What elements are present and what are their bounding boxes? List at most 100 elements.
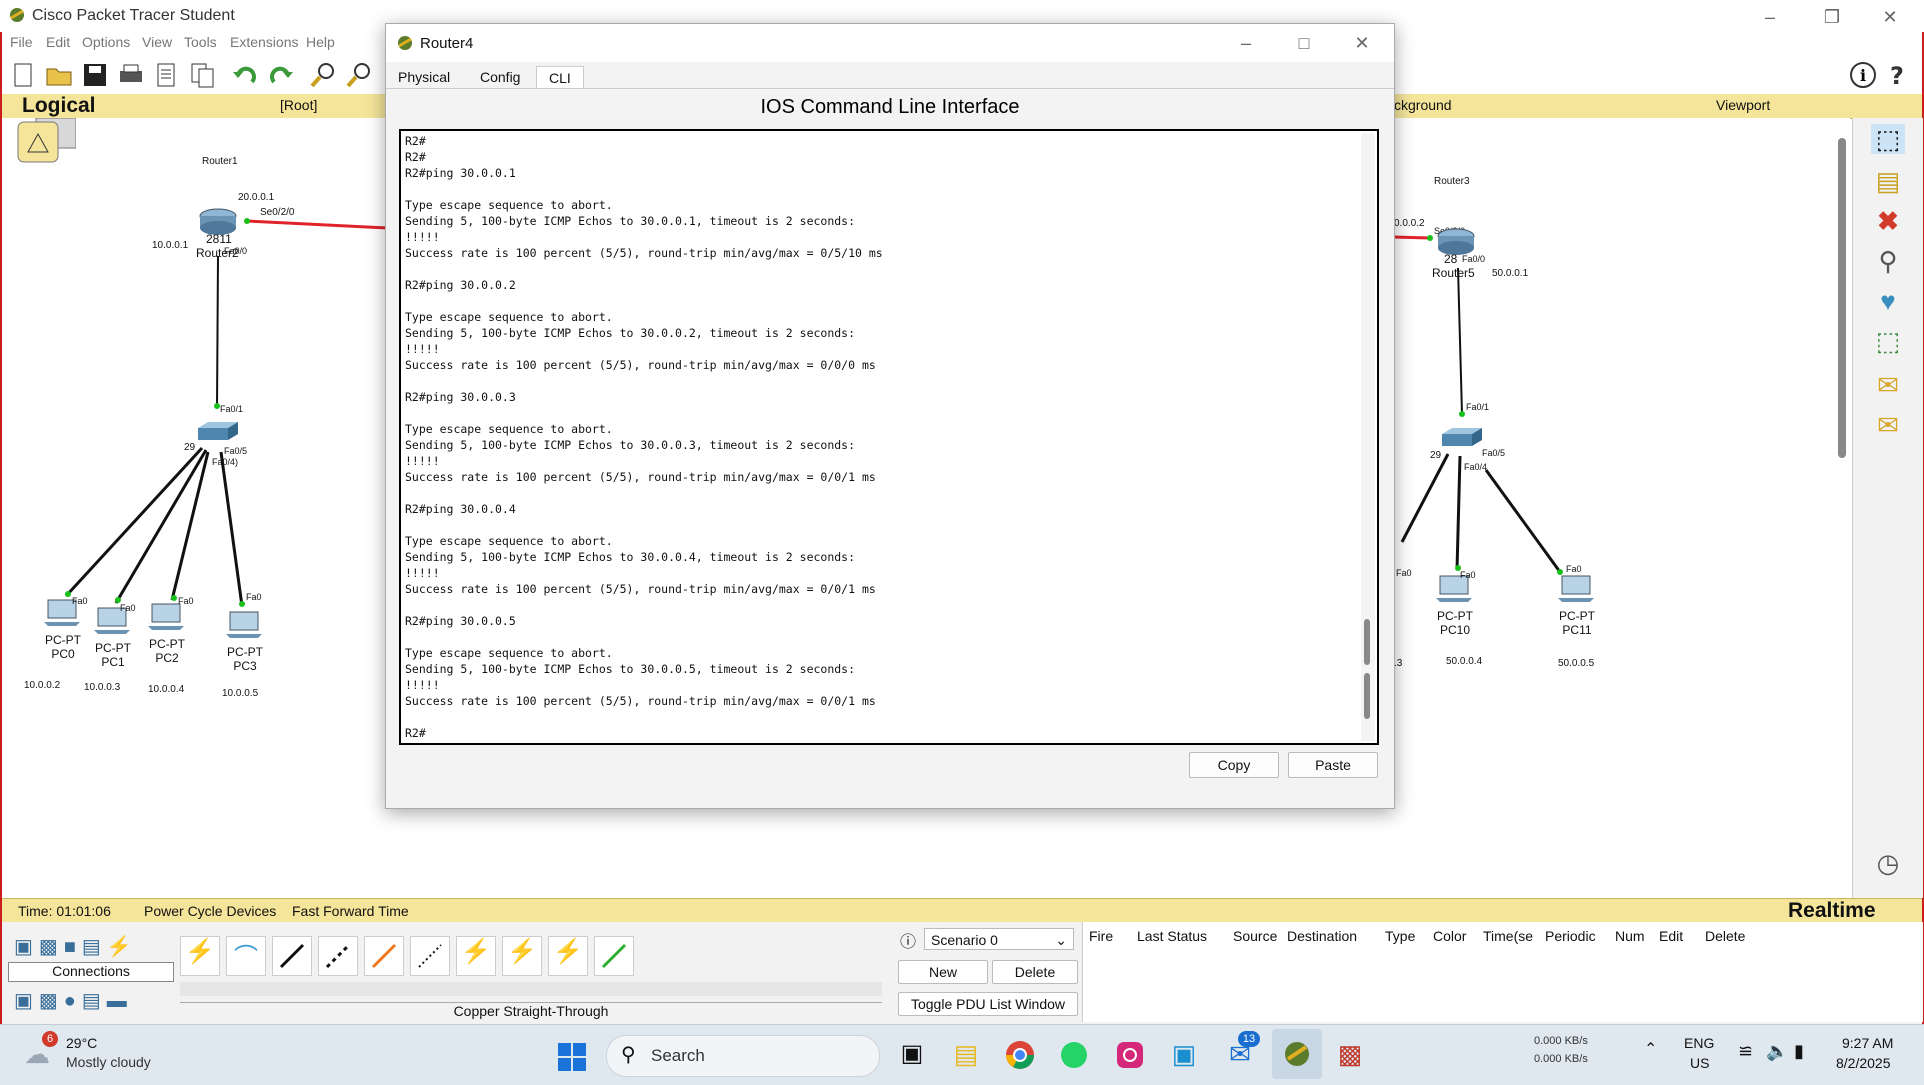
inspect-icon[interactable]: ⚲ xyxy=(1871,246,1905,276)
new-file-icon[interactable] xyxy=(8,60,38,90)
copy-button[interactable]: Copy xyxy=(1189,752,1279,778)
menu-help[interactable]: Help xyxy=(306,34,335,50)
packet-tracer-taskbar-icon[interactable] xyxy=(1272,1029,1322,1079)
dialog-maximize-button[interactable]: □ xyxy=(1282,30,1326,56)
clock-time[interactable]: 9:27 AM xyxy=(1842,1035,1893,1051)
menu-extensions[interactable]: Extensions xyxy=(230,34,298,50)
realtime-mode-label[interactable]: Realtime xyxy=(1788,899,1876,923)
pdu-col-edit: Edit xyxy=(1659,928,1684,944)
cli-heading: IOS Command Line Interface xyxy=(760,96,1020,118)
scenario-select-value: Scenario 0 xyxy=(931,932,998,948)
copper-cross-over-icon[interactable] xyxy=(318,936,358,976)
coaxial-icon[interactable]: ⚡ xyxy=(456,936,496,976)
volume-icon[interactable]: 🔈 xyxy=(1766,1041,1788,1062)
serial-dte-icon[interactable]: ⚡ xyxy=(548,936,588,976)
device-subcategory-icons[interactable]: ▣▩●▤▬ xyxy=(14,988,174,1012)
minimize-button[interactable]: – xyxy=(1748,4,1792,30)
cli-scrollbar[interactable] xyxy=(1361,133,1375,741)
device-category-icons[interactable]: ▣▩■▤⚡ xyxy=(14,934,174,958)
whatsapp-icon[interactable] xyxy=(1058,1039,1090,1071)
network-upload-speed: 0.000 KB/s xyxy=(1534,1035,1588,1047)
restore-button[interactable]: ❐ xyxy=(1810,4,1854,30)
task-view-icon[interactable]: ▣ xyxy=(896,1039,928,1071)
menu-tools[interactable]: Tools xyxy=(184,34,217,50)
windows-start-icon[interactable] xyxy=(556,1041,588,1073)
console-cable-icon[interactable]: ⌒ xyxy=(226,936,266,976)
chevron-up-icon[interactable]: ⌃ xyxy=(1644,1039,1657,1059)
pc3-ip: 10.0.0.5 xyxy=(222,688,259,699)
print-icon[interactable] xyxy=(116,60,146,90)
paste-button[interactable]: Paste xyxy=(1288,752,1378,778)
add-simple-pdu-icon[interactable]: ✉ xyxy=(1871,370,1905,400)
undo-icon[interactable] xyxy=(230,60,260,90)
cli-scrollbar-thumb[interactable] xyxy=(1364,619,1370,665)
add-complex-pdu-icon[interactable]: ✉ xyxy=(1871,410,1905,440)
workspace-scrollbar[interactable] xyxy=(1838,138,1846,458)
toggle-pdu-list-button[interactable]: Toggle PDU List Window xyxy=(898,992,1078,1016)
resize-shape-icon[interactable]: ⬚ xyxy=(1871,326,1905,356)
cli-output[interactable]: R2# R2# R2#ping 30.0.0.1 Type escape seq… xyxy=(405,133,1355,739)
scenario-info-icon[interactable]: ⓘ xyxy=(898,928,918,951)
fast-forward-button[interactable]: Fast Forward Time xyxy=(292,903,409,919)
set-background-label[interactable]: ckground xyxy=(1394,97,1452,113)
dialog-title-bar[interactable]: Router4 – □ ✕ xyxy=(386,24,1394,62)
delete-scenario-button[interactable]: Delete xyxy=(992,960,1078,984)
file-explorer-icon[interactable]: ▤ xyxy=(950,1039,982,1071)
battery-icon[interactable]: ▮ xyxy=(1794,1041,1804,1062)
info-icon[interactable]: i xyxy=(1848,60,1878,90)
remote-desktop-icon[interactable]: ▣ xyxy=(1168,1039,1200,1071)
instagram-icon[interactable] xyxy=(1114,1039,1146,1071)
realtime-clock-icon[interactable]: ◷ xyxy=(1871,848,1905,878)
taskbar-search[interactable]: ⚲ Search xyxy=(606,1035,880,1077)
switch-icon[interactable] xyxy=(1438,426,1484,448)
pc-device[interactable]: PC-PT PC11 xyxy=(1542,574,1612,637)
redo-icon[interactable] xyxy=(266,60,296,90)
power-cycle-button[interactable]: Power Cycle Devices xyxy=(144,903,276,919)
dialog-close-button[interactable]: ✕ xyxy=(1340,30,1384,56)
root-breadcrumb[interactable]: [Root] xyxy=(280,97,317,113)
phone-cable-icon[interactable] xyxy=(410,936,450,976)
viewport-label[interactable]: Viewport xyxy=(1716,97,1770,113)
copper-straight-through-icon[interactable] xyxy=(272,936,312,976)
pc-device[interactable]: PC-PT PC3 xyxy=(210,610,280,673)
snipping-tool-icon[interactable]: ▩ xyxy=(1334,1039,1366,1071)
new-scenario-button[interactable]: New xyxy=(898,960,988,984)
zoom-out-icon[interactable] xyxy=(344,60,374,90)
fiber-icon[interactable] xyxy=(364,936,404,976)
pc-device[interactable]: PC-PT PC10 xyxy=(1420,574,1490,637)
menu-edit[interactable]: Edit xyxy=(46,34,70,50)
cli-scrollbar-thumb-lower[interactable] xyxy=(1364,673,1370,719)
menu-options[interactable]: Options xyxy=(82,34,130,50)
delete-icon[interactable]: ✖ xyxy=(1871,206,1905,236)
menu-file[interactable]: File xyxy=(10,34,33,50)
copy-icon[interactable] xyxy=(188,60,218,90)
close-button[interactable]: ✕ xyxy=(1868,4,1912,30)
serial-dce-icon[interactable]: ⚡ xyxy=(502,936,542,976)
tab-physical[interactable]: Physical xyxy=(386,66,462,88)
dialog-minimize-button[interactable]: – xyxy=(1224,30,1268,56)
save-icon[interactable] xyxy=(80,60,110,90)
pc-device[interactable]: PC-PT PC2 xyxy=(132,602,202,665)
open-folder-icon[interactable] xyxy=(44,60,74,90)
cable-scrollbar[interactable] xyxy=(180,982,882,996)
scenario-select[interactable]: Scenario 0 ⌄ xyxy=(924,928,1074,950)
chrome-icon[interactable] xyxy=(1004,1039,1036,1071)
note-icon[interactable]: ▤ xyxy=(1871,166,1905,196)
clock-date[interactable]: 8/2/2025 xyxy=(1836,1055,1891,1071)
language-indicator[interactable]: ENG xyxy=(1684,1035,1714,1051)
tab-config[interactable]: Config xyxy=(468,66,532,88)
menu-view[interactable]: View xyxy=(142,34,172,50)
tab-cli[interactable]: CLI xyxy=(536,66,584,89)
logical-mode-label[interactable]: Logical xyxy=(22,94,96,118)
help-icon[interactable]: ? xyxy=(1884,60,1914,90)
cli-terminal[interactable]: R2# R2# R2#ping 30.0.0.1 Type escape seq… xyxy=(399,129,1379,745)
wifi-icon[interactable]: ≌ xyxy=(1738,1041,1753,1062)
select-icon[interactable]: ⬚ xyxy=(1871,124,1905,154)
octopus-cable-icon[interactable] xyxy=(594,936,634,976)
draw-shape-icon[interactable]: ♥ xyxy=(1871,286,1905,316)
auto-connection-icon[interactable]: ⚡ xyxy=(180,936,220,976)
chevron-down-icon: ⌄ xyxy=(1055,932,1067,948)
activity-wizard-icon[interactable] xyxy=(152,60,182,90)
switch-icon[interactable] xyxy=(194,420,240,442)
zoom-in-icon[interactable] xyxy=(308,60,338,90)
